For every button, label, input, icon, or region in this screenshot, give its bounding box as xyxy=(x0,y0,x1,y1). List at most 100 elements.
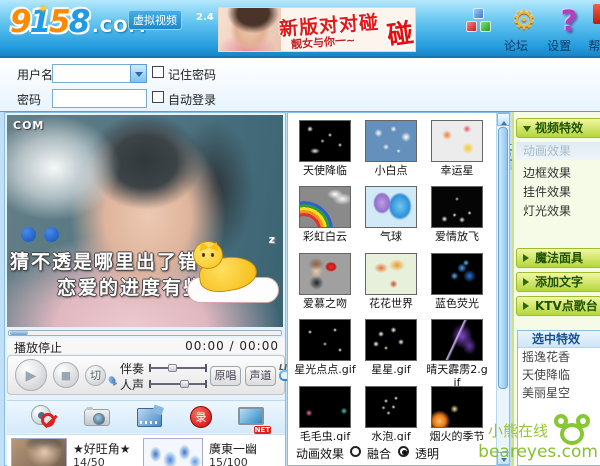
room-name: 廣東一幽 xyxy=(209,440,257,457)
effect-item[interactable]: 星光点点.gif xyxy=(294,319,356,376)
play-button[interactable] xyxy=(15,359,47,391)
selected-effect-item[interactable]: 美丽星空 xyxy=(518,384,600,402)
progress-thumb[interactable] xyxy=(10,331,28,335)
password-input[interactable] xyxy=(52,89,147,108)
original-vocal-button[interactable]: 原唱 xyxy=(210,366,241,386)
corner-red-icon xyxy=(593,4,600,24)
cat-overlay-icon: z xyxy=(185,233,281,305)
player-controls: 切 伴奏 人声 原唱 声道 LINE xyxy=(7,355,285,395)
video-effects-header[interactable]: 视频特效 xyxy=(516,118,600,138)
scroll-down-button[interactable] xyxy=(497,452,510,465)
stop-button[interactable] xyxy=(53,362,79,388)
selected-effect-item[interactable]: 摇逸花香 xyxy=(518,348,600,366)
tool-icons-row: 录 NET xyxy=(7,400,285,433)
effect-thumbnail xyxy=(431,186,483,228)
scroll-up-button[interactable] xyxy=(497,113,510,126)
microphone-icon xyxy=(109,376,116,387)
remember-password-checkbox[interactable] xyxy=(152,66,164,78)
sidebar-item-border[interactable]: 边框效果 xyxy=(516,164,600,182)
remember-password-label: 记住密码 xyxy=(168,66,216,83)
autologin-checkbox[interactable] xyxy=(152,91,164,103)
room-list: ★好旺角★ 14/50 进入房间 廣東一幽 15/100 进入房间 xyxy=(7,434,285,466)
effect-item[interactable]: 爱情放飞 xyxy=(426,186,488,243)
room-thumbnail[interactable] xyxy=(11,438,67,466)
room-thumbnail[interactable] xyxy=(143,438,203,466)
accompaniment-slider-thumb[interactable] xyxy=(168,364,177,372)
transparent-radio[interactable] xyxy=(398,446,409,457)
effect-thumbnail xyxy=(365,120,417,162)
vocal-slider[interactable] xyxy=(150,379,206,389)
ad-girl-photo xyxy=(219,8,281,52)
playback-status: 播放停止 xyxy=(14,339,62,356)
effect-item[interactable]: 幸运星 xyxy=(426,120,488,177)
sidebar-item-light[interactable]: 灯光效果 xyxy=(516,202,600,220)
effect-thumbnail xyxy=(299,186,351,228)
sidebar-item-pendant[interactable]: 挂件效果 xyxy=(516,183,600,201)
logo-version: 2.4 xyxy=(196,12,214,23)
sparkle-icon: ✶ xyxy=(38,2,48,16)
logo-tagline: 虚拟视频 xyxy=(128,10,182,30)
chevron-right-icon xyxy=(523,302,533,310)
effect-thumbnail xyxy=(299,319,351,361)
effect-thumbnail xyxy=(431,120,483,162)
add-text-header[interactable]: 添加文字 xyxy=(516,272,600,292)
username-dropdown-button[interactable] xyxy=(130,64,147,83)
scrollbar-thumb[interactable] xyxy=(498,127,508,389)
effect-item[interactable]: 晴天霹雳2.gif xyxy=(426,319,488,389)
nav-forum[interactable]: 论坛 xyxy=(456,6,502,54)
selected-effect-item[interactable]: 天使降临 xyxy=(518,366,600,384)
switch-button[interactable]: 切 xyxy=(85,365,106,386)
header: ✶ 9158 .COM 虚拟视频 2.4 新版对对碰 靓女与你一~ 碰 论坛 ⚙… xyxy=(0,0,600,58)
video-display: COM 猜不透是哪里出了错 恋爱的进度有些落后 z xyxy=(7,115,283,327)
room-count: 14/50 xyxy=(73,456,105,466)
nav-settings[interactable]: ⚙ 设置 xyxy=(501,6,547,54)
record-button[interactable]: 录 xyxy=(187,404,217,430)
effects-scrollbar[interactable] xyxy=(496,113,509,465)
autologin-label: 自动登录 xyxy=(168,91,216,108)
cubes-icon xyxy=(465,8,493,36)
status-row: 播放停止 00:00 / 00:00 xyxy=(7,338,285,354)
magic-mask-header[interactable]: 魔法面具 xyxy=(516,248,600,268)
effect-thumbnail xyxy=(365,253,417,295)
effect-thumbnail xyxy=(365,386,417,428)
blend-label: 融合 xyxy=(367,445,391,462)
vocal-slider-thumb[interactable] xyxy=(180,380,189,388)
video-file-button[interactable] xyxy=(135,404,165,430)
ad-subline: 靓女与你一~ xyxy=(291,32,356,52)
login-bar: 用户名 记住密码 登录 密码 自动登录 免费注册 【美女自拍】可爱美女性感艺术照… xyxy=(0,58,600,112)
effect-item[interactable]: 天使降临 xyxy=(294,120,356,177)
effect-item[interactable]: 蓝色荧光 xyxy=(426,253,488,310)
effect-thumbnail xyxy=(299,120,351,162)
snapshot-button[interactable] xyxy=(83,404,113,430)
effects-panel: 天使降临 小白点 幸运星 彩虹白云 气球 爱情放飞 爱慕之吻 花花世界 蓝色荧光… xyxy=(287,112,510,466)
effect-item[interactable]: 彩虹白云 xyxy=(294,186,356,243)
chevron-down-icon xyxy=(523,126,531,136)
disable-webcam-button[interactable] xyxy=(29,404,59,430)
video-corner-label: COM xyxy=(13,119,44,132)
effect-item[interactable]: 爱慕之吻 xyxy=(294,253,356,310)
logo-numbers: 9158 xyxy=(10,4,88,40)
effect-item[interactable]: 小白点 xyxy=(360,120,422,177)
app-window: ✶ 9158 .COM 虚拟视频 2.4 新版对对碰 靓女与你一~ 碰 论坛 ⚙… xyxy=(0,0,600,466)
animation-mode-label: 动画效果 xyxy=(296,445,344,462)
channel-button[interactable]: 声道 xyxy=(245,366,276,386)
monitor-icon xyxy=(238,407,264,425)
blend-radio[interactable] xyxy=(350,446,361,457)
effect-item[interactable]: 毛毛虫.gif xyxy=(294,386,356,443)
sidebar-item-animation[interactable]: 动画效果 xyxy=(516,142,600,160)
playback-progress-bar[interactable] xyxy=(8,330,282,336)
banner-ad[interactable]: 新版对对碰 靓女与你一~ 碰 xyxy=(218,7,416,52)
effect-item[interactable]: 气球 xyxy=(360,186,422,243)
accompaniment-slider[interactable] xyxy=(150,363,206,373)
net-monitor-button[interactable]: NET xyxy=(237,404,267,430)
password-label: 密码 xyxy=(17,91,41,108)
ad-bang-char: 碰 xyxy=(385,12,416,52)
effects-sidebar: 视频特效 动画效果 边框效果 挂件效果 灯光效果 魔法面具 添加文字 KTV点歌… xyxy=(512,112,600,466)
effect-item[interactable]: 花花世界 xyxy=(360,253,422,310)
ktv-header[interactable]: KTV点歌台 xyxy=(516,296,600,316)
effect-item[interactable]: 星星.gif xyxy=(360,319,422,376)
prohibit-icon xyxy=(41,413,55,427)
effect-item[interactable]: 烟火的季节 xyxy=(426,386,488,443)
effect-item[interactable]: 水泡.gif xyxy=(360,386,422,443)
nav-help[interactable]: ? 帮助 xyxy=(546,6,592,54)
